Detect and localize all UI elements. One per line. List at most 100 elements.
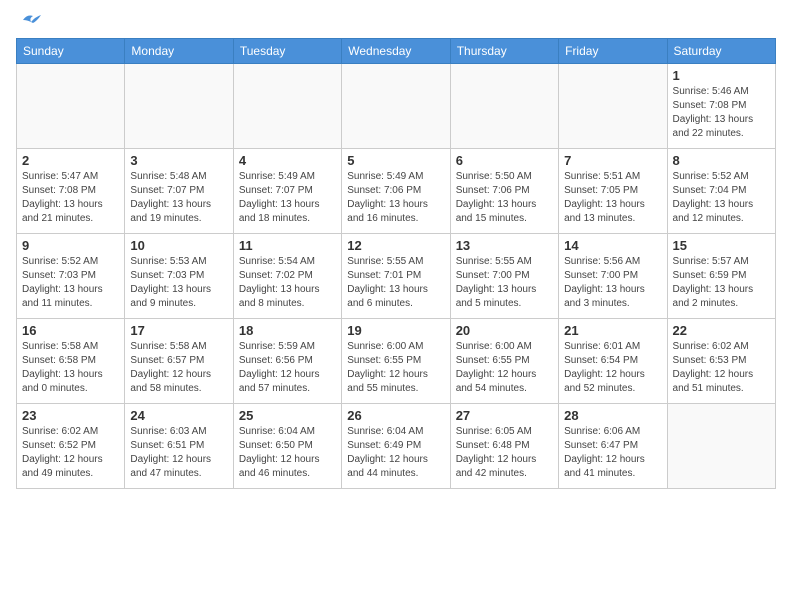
day-info: Sunrise: 6:00 AM Sunset: 6:55 PM Dayligh… <box>456 340 553 396</box>
day-info: Sunrise: 5:52 AM Sunset: 7:04 PM Dayligh… <box>673 170 770 226</box>
day-info: Sunrise: 6:06 AM Sunset: 6:47 PM Dayligh… <box>564 425 661 481</box>
day-number: 25 <box>239 408 336 423</box>
calendar-cell: 5 Sunrise: 5:49 AM Sunset: 7:06 PM Daylig… <box>342 149 450 234</box>
day-info: Sunrise: 6:05 AM Sunset: 6:48 PM Dayligh… <box>456 425 553 481</box>
day-number: 9 <box>22 238 119 253</box>
day-info: Sunrise: 5:46 AM Sunset: 7:08 PM Dayligh… <box>673 85 770 141</box>
calendar-week-3: 9 Sunrise: 5:52 AM Sunset: 7:03 PM Daylig… <box>17 234 776 319</box>
day-info: Sunrise: 5:47 AM Sunset: 7:08 PM Dayligh… <box>22 170 119 226</box>
day-number: 7 <box>564 153 661 168</box>
day-number: 14 <box>564 238 661 253</box>
calendar-cell: 8 Sunrise: 5:52 AM Sunset: 7:04 PM Daylig… <box>667 149 775 234</box>
weekday-header-thursday: Thursday <box>450 39 558 64</box>
weekday-header-friday: Friday <box>559 39 667 64</box>
day-number: 6 <box>456 153 553 168</box>
calendar-week-4: 16 Sunrise: 5:58 AM Sunset: 6:58 PM Dayli… <box>17 319 776 404</box>
day-number: 12 <box>347 238 444 253</box>
calendar-cell: 11 Sunrise: 5:54 AM Sunset: 7:02 PM Dayli… <box>233 234 341 319</box>
day-info: Sunrise: 5:59 AM Sunset: 6:56 PM Dayligh… <box>239 340 336 396</box>
calendar-cell: 27Sunrise: 6:05 AM Sunset: 6:48 PM Dayli… <box>450 404 558 489</box>
day-info: Sunrise: 6:02 AM Sunset: 6:52 PM Dayligh… <box>22 425 119 481</box>
calendar-cell: 22 Sunrise: 6:02 AM Sunset: 6:53 PM Dayli… <box>667 319 775 404</box>
calendar-cell <box>667 404 775 489</box>
weekday-header-row: SundayMondayTuesdayWednesdayThursdayFrid… <box>17 39 776 64</box>
day-number: 3 <box>130 153 227 168</box>
day-info: Sunrise: 5:55 AM Sunset: 7:00 PM Dayligh… <box>456 255 553 311</box>
day-info: Sunrise: 6:00 AM Sunset: 6:55 PM Dayligh… <box>347 340 444 396</box>
calendar-cell <box>450 64 558 149</box>
calendar-cell: 1 Sunrise: 5:46 AM Sunset: 7:08 PM Daylig… <box>667 64 775 149</box>
calendar-cell: 21Sunrise: 6:01 AM Sunset: 6:54 PM Dayli… <box>559 319 667 404</box>
day-number: 19 <box>347 323 444 338</box>
day-info: Sunrise: 5:50 AM Sunset: 7:06 PM Dayligh… <box>456 170 553 226</box>
calendar-cell: 2 Sunrise: 5:47 AM Sunset: 7:08 PM Daylig… <box>17 149 125 234</box>
weekday-header-sunday: Sunday <box>17 39 125 64</box>
calendar-cell: 28 Sunrise: 6:06 AM Sunset: 6:47 PM Dayli… <box>559 404 667 489</box>
day-number: 28 <box>564 408 661 423</box>
day-info: Sunrise: 5:49 AM Sunset: 7:06 PM Dayligh… <box>347 170 444 226</box>
weekday-header-saturday: Saturday <box>667 39 775 64</box>
day-info: Sunrise: 5:51 AM Sunset: 7:05 PM Dayligh… <box>564 170 661 226</box>
calendar-cell: 18 Sunrise: 5:59 AM Sunset: 6:56 PM Dayli… <box>233 319 341 404</box>
calendar-cell: 7 Sunrise: 5:51 AM Sunset: 7:05 PM Daylig… <box>559 149 667 234</box>
calendar-cell <box>233 64 341 149</box>
day-info: Sunrise: 6:04 AM Sunset: 6:49 PM Dayligh… <box>347 425 444 481</box>
day-info: Sunrise: 5:58 AM Sunset: 6:57 PM Dayligh… <box>130 340 227 396</box>
day-info: Sunrise: 5:56 AM Sunset: 7:00 PM Dayligh… <box>564 255 661 311</box>
calendar-cell: 23 Sunrise: 6:02 AM Sunset: 6:52 PM Dayli… <box>17 404 125 489</box>
day-info: Sunrise: 5:52 AM Sunset: 7:03 PM Dayligh… <box>22 255 119 311</box>
calendar-cell: 20 Sunrise: 6:00 AM Sunset: 6:55 PM Dayli… <box>450 319 558 404</box>
day-info: Sunrise: 5:58 AM Sunset: 6:58 PM Dayligh… <box>22 340 119 396</box>
calendar-cell: 25 Sunrise: 6:04 AM Sunset: 6:50 PM Dayli… <box>233 404 341 489</box>
calendar-cell: 12 Sunrise: 5:55 AM Sunset: 7:01 PM Dayli… <box>342 234 450 319</box>
calendar-cell: 10 Sunrise: 5:53 AM Sunset: 7:03 PM Dayli… <box>125 234 233 319</box>
logo-bird-icon <box>19 12 41 30</box>
day-info: Sunrise: 6:03 AM Sunset: 6:51 PM Dayligh… <box>130 425 227 481</box>
day-number: 2 <box>22 153 119 168</box>
day-info: Sunrise: 6:01 AM Sunset: 6:54 PM Dayligh… <box>564 340 661 396</box>
calendar-cell <box>17 64 125 149</box>
day-number: 8 <box>673 153 770 168</box>
day-info: Sunrise: 5:55 AM Sunset: 7:01 PM Dayligh… <box>347 255 444 311</box>
calendar-cell <box>559 64 667 149</box>
calendar-cell: 24Sunrise: 6:03 AM Sunset: 6:51 PM Dayli… <box>125 404 233 489</box>
calendar-week-2: 2 Sunrise: 5:47 AM Sunset: 7:08 PM Daylig… <box>17 149 776 234</box>
calendar-cell: 4 Sunrise: 5:49 AM Sunset: 7:07 PM Daylig… <box>233 149 341 234</box>
calendar-cell: 17 Sunrise: 5:58 AM Sunset: 6:57 PM Dayli… <box>125 319 233 404</box>
day-number: 11 <box>239 238 336 253</box>
day-number: 16 <box>22 323 119 338</box>
day-number: 4 <box>239 153 336 168</box>
day-info: Sunrise: 6:02 AM Sunset: 6:53 PM Dayligh… <box>673 340 770 396</box>
day-number: 22 <box>673 323 770 338</box>
day-number: 23 <box>22 408 119 423</box>
day-info: Sunrise: 5:53 AM Sunset: 7:03 PM Dayligh… <box>130 255 227 311</box>
calendar-table: SundayMondayTuesdayWednesdayThursdayFrid… <box>16 38 776 489</box>
day-number: 17 <box>130 323 227 338</box>
calendar-cell: 15Sunrise: 5:57 AM Sunset: 6:59 PM Dayli… <box>667 234 775 319</box>
day-number: 1 <box>673 68 770 83</box>
calendar-cell: 19 Sunrise: 6:00 AM Sunset: 6:55 PM Dayli… <box>342 319 450 404</box>
day-number: 13 <box>456 238 553 253</box>
day-number: 10 <box>130 238 227 253</box>
day-number: 18 <box>239 323 336 338</box>
calendar-cell <box>342 64 450 149</box>
calendar-cell: 6 Sunrise: 5:50 AM Sunset: 7:06 PM Daylig… <box>450 149 558 234</box>
calendar-week-1: 1 Sunrise: 5:46 AM Sunset: 7:08 PM Daylig… <box>17 64 776 149</box>
calendar-cell: 9 Sunrise: 5:52 AM Sunset: 7:03 PM Daylig… <box>17 234 125 319</box>
day-number: 5 <box>347 153 444 168</box>
logo <box>16 16 41 30</box>
day-info: Sunrise: 5:49 AM Sunset: 7:07 PM Dayligh… <box>239 170 336 226</box>
calendar-week-5: 23 Sunrise: 6:02 AM Sunset: 6:52 PM Dayli… <box>17 404 776 489</box>
weekday-header-wednesday: Wednesday <box>342 39 450 64</box>
day-number: 26 <box>347 408 444 423</box>
day-info: Sunrise: 5:54 AM Sunset: 7:02 PM Dayligh… <box>239 255 336 311</box>
day-number: 20 <box>456 323 553 338</box>
day-number: 15 <box>673 238 770 253</box>
calendar-cell: 16 Sunrise: 5:58 AM Sunset: 6:58 PM Dayli… <box>17 319 125 404</box>
calendar-cell: 26 Sunrise: 6:04 AM Sunset: 6:49 PM Dayli… <box>342 404 450 489</box>
calendar-cell: 3 Sunrise: 5:48 AM Sunset: 7:07 PM Daylig… <box>125 149 233 234</box>
day-info: Sunrise: 6:04 AM Sunset: 6:50 PM Dayligh… <box>239 425 336 481</box>
calendar-cell <box>125 64 233 149</box>
weekday-header-tuesday: Tuesday <box>233 39 341 64</box>
day-info: Sunrise: 5:48 AM Sunset: 7:07 PM Dayligh… <box>130 170 227 226</box>
